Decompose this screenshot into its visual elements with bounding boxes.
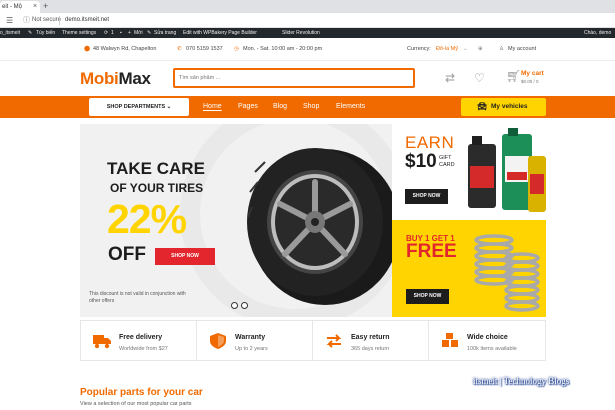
currency-select[interactable]: Đô-la Mỹ bbox=[436, 38, 458, 61]
hero-shop-now-button[interactable]: SHOP NOW bbox=[155, 248, 215, 265]
wp-customize-link[interactable]: Tùy biến bbox=[36, 28, 55, 38]
nav-home[interactable]: Home bbox=[203, 96, 222, 118]
exchange-icon bbox=[326, 334, 342, 348]
popular-parts-title: Popular parts for your car bbox=[80, 387, 203, 398]
hero-off: OFF bbox=[108, 244, 146, 265]
promo-gift-card: EARN $10 GIFT CARD SHOP NOW bbox=[392, 124, 546, 220]
chevron-down-icon: ⌄ bbox=[463, 46, 468, 52]
logo-part-1: Mobi bbox=[80, 69, 119, 88]
nav-pages[interactable]: Pages bbox=[238, 96, 258, 118]
info-icon[interactable]: ⓘ bbox=[23, 14, 30, 27]
pencil-icon: ✎ bbox=[147, 30, 152, 36]
brush-icon: ✎ bbox=[28, 30, 33, 36]
menu-icon[interactable]: ☰ bbox=[6, 14, 13, 27]
promo1-amount: $10 bbox=[405, 151, 437, 172]
shop-departments-button[interactable]: SHOP DEPARTMENTS ⌄ bbox=[89, 98, 189, 116]
feature-subtitle: Up to 2 years bbox=[235, 346, 268, 352]
main-nav: SHOP DEPARTMENTS ⌄ Home Pages Blog Shop … bbox=[0, 96, 615, 118]
promo1-shop-now-button[interactable]: SHOP NOW bbox=[405, 189, 448, 204]
hero-discount: 22% bbox=[107, 196, 187, 242]
feature-subtitle: 100k items available bbox=[467, 346, 517, 352]
wp-site-link[interactable]: o_itsmeit bbox=[0, 28, 20, 38]
address-bar: ☰ ⓘ Not secure demo.itsmeit.net bbox=[0, 13, 615, 28]
heart-icon[interactable]: ♡ bbox=[474, 71, 485, 85]
phone-icon: ✆ bbox=[177, 46, 182, 52]
oil-bottles-image bbox=[468, 128, 546, 212]
updates-icon: ⟳ bbox=[104, 30, 109, 36]
hero-slider: TAKE CARE OF YOUR TIRES 22% OFF SHOP NOW… bbox=[80, 124, 392, 317]
slider-dot-1[interactable] bbox=[231, 302, 238, 309]
feature-title: Wide choice bbox=[467, 334, 508, 341]
promo-buy-one: BUY 1 GET 1 FREE SHOP NOW bbox=[392, 220, 546, 317]
feature-item: Free delivery Worldwide from $27 bbox=[81, 321, 197, 360]
user-icon: ♙ bbox=[499, 46, 504, 52]
globe-icon[interactable]: ⊕ bbox=[478, 38, 483, 61]
wp-user-greeting[interactable]: Chào, demo bbox=[584, 28, 611, 38]
promo2-free: FREE bbox=[406, 241, 457, 262]
promo1-gift-card: GIFT CARD bbox=[439, 155, 455, 168]
my-vehicles-button[interactable]: 🚘︎ My vehicles bbox=[461, 98, 546, 116]
cart-title[interactable]: My cart bbox=[521, 70, 544, 77]
features-strip: Free delivery Worldwide from $27 Warrant… bbox=[80, 320, 546, 361]
slider-dot-2[interactable] bbox=[241, 302, 248, 309]
boxes-icon bbox=[442, 333, 458, 347]
currency-label: Currency: bbox=[407, 46, 431, 52]
logo-part-2: Max bbox=[118, 69, 151, 88]
url-input[interactable]: demo.itsmeit.net bbox=[65, 14, 109, 27]
tab-title: eit - Mộ bbox=[2, 4, 23, 10]
popular-parts-subtitle: View a selection of our most popular car… bbox=[80, 401, 192, 407]
my-account-link[interactable]: My account bbox=[508, 38, 536, 61]
feature-item: Warranty Up to 2 years bbox=[197, 321, 313, 360]
clock-icon: ◷ bbox=[234, 46, 239, 52]
cart-total: $0.00 / 0 bbox=[521, 79, 539, 84]
feature-subtitle: 365 days return bbox=[351, 346, 390, 352]
location-icon: ⬤ bbox=[84, 46, 91, 52]
hero-heading-line2: OF YOUR TIRES bbox=[110, 181, 204, 195]
feature-item: Wide choice 100k items available bbox=[429, 321, 545, 360]
store-phone: 070 5159 1537 bbox=[186, 46, 223, 52]
security-status[interactable]: Not secure bbox=[32, 14, 61, 27]
cart-icon[interactable]: 🛒︎ bbox=[506, 69, 521, 83]
my-vehicles-label: My vehicles bbox=[491, 103, 528, 110]
shield-icon bbox=[210, 333, 226, 349]
nav-shop[interactable]: Shop bbox=[303, 96, 319, 118]
wp-edit-page-link[interactable]: Sửa trang bbox=[154, 28, 176, 38]
promo1-earn: EARN bbox=[405, 133, 455, 152]
feature-item: Easy return 365 days return bbox=[313, 321, 429, 360]
comment-icon: ▪ bbox=[120, 30, 122, 36]
wp-slider-link[interactable]: Slider Revolution bbox=[282, 28, 320, 38]
wp-wpbakery-link[interactable]: Edit with WPBakery Page Builder bbox=[183, 28, 257, 38]
tire-image bbox=[247, 148, 392, 305]
url-divider bbox=[59, 16, 60, 25]
springs-image bbox=[474, 234, 540, 312]
wp-updates-count[interactable]: 1 bbox=[111, 28, 114, 38]
new-tab-button[interactable]: + bbox=[43, 1, 53, 12]
top-info-bar: ⬤ 48 Walwyn Rd, Chapelton ✆ 070 5159 153… bbox=[0, 38, 615, 61]
store-hours: Mon. - Sat. 10:00 am - 20:00 pm bbox=[243, 46, 323, 52]
plus-icon: + bbox=[128, 30, 131, 36]
feature-title: Easy return bbox=[351, 334, 390, 341]
browser-tab-bar: eit - Mộ × + bbox=[0, 0, 615, 13]
site-header: MobiMax ⇄ ♡ 🛒︎ My cart $0.00 / 0 bbox=[0, 61, 615, 96]
store-address: 48 Walwyn Rd, Chapelton bbox=[93, 46, 157, 52]
truck-icon bbox=[93, 335, 111, 349]
site-logo[interactable]: MobiMax bbox=[80, 70, 151, 88]
feature-title: Free delivery bbox=[119, 334, 163, 341]
search-input[interactable] bbox=[173, 68, 415, 88]
hero-note: This discount is not valid in conjunctio… bbox=[89, 291, 186, 304]
tab-close-icon[interactable]: × bbox=[33, 1, 41, 12]
feature-subtitle: Worldwide from $27 bbox=[119, 346, 168, 352]
wp-admin-bar: o_itsmeit ✎ Tùy biến Theme settings ⟳ 1 … bbox=[0, 28, 615, 38]
nav-blog[interactable]: Blog bbox=[273, 96, 287, 118]
compare-icon[interactable]: ⇄ bbox=[445, 71, 455, 85]
wp-theme-settings-link[interactable]: Theme settings bbox=[62, 28, 96, 38]
car-icon: 🚘︎ bbox=[477, 102, 488, 111]
nav-elements[interactable]: Elements bbox=[336, 96, 365, 118]
wp-new-link[interactable]: Mới bbox=[134, 28, 143, 38]
promo2-shop-now-button[interactable]: SHOP NOW bbox=[406, 289, 449, 304]
watermark: itsmeit | Technology Blogs bbox=[473, 376, 570, 386]
hero-heading-line1: TAKE CARE bbox=[107, 159, 205, 178]
feature-title: Warranty bbox=[235, 334, 266, 341]
